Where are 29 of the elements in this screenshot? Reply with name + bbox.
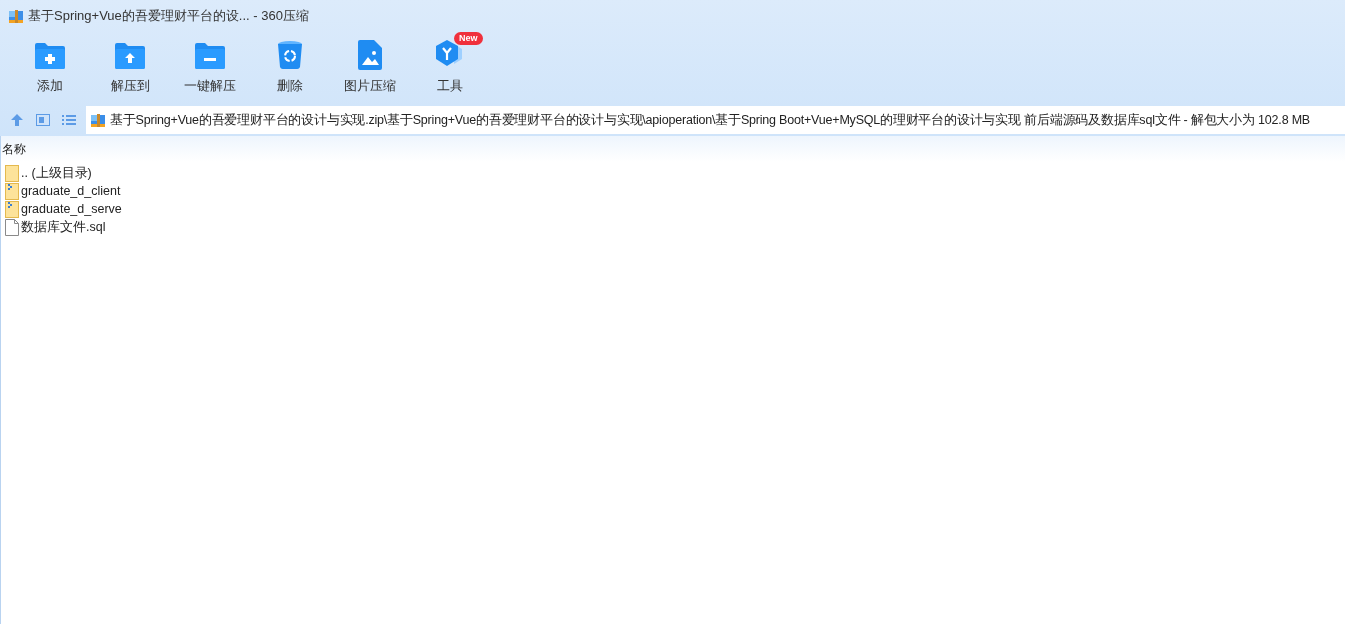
folder-upload-icon bbox=[114, 42, 146, 70]
file-icon bbox=[5, 218, 19, 236]
file-row[interactable]: graduate_d_client bbox=[5, 182, 1345, 200]
archive-path: 基于Spring+Vue的吾爱理财平台的设计与实现.zip\基于Spring+Vue的吾爱理财平台的设计与实现\apioperation\基于Spring Boot+Vue+MySQL的理财平台的设计与实现 前后端源码及数据库sql文件 - 解包大小为 102.8 MB bbox=[110, 111, 1310, 129]
up-arrow-icon[interactable] bbox=[10, 113, 24, 127]
toolbar-button[interactable]: 删除 bbox=[250, 32, 330, 96]
toolbar-button[interactable]: 解压到 bbox=[90, 32, 170, 96]
folder-icon bbox=[5, 164, 19, 182]
file-row[interactable]: 数据库文件.sql bbox=[5, 218, 1345, 236]
thumbnail-view-icon[interactable] bbox=[36, 114, 50, 126]
archive-icon bbox=[90, 112, 106, 128]
toolbar-button[interactable]: New 工具 bbox=[410, 32, 490, 96]
folder-minus-icon bbox=[194, 42, 226, 70]
image-file-icon bbox=[357, 40, 383, 70]
address-bar[interactable]: 基于Spring+Vue的吾爱理财平台的设计与实现.zip\基于Spring+Vue的吾爱理财平台的设计与实现\apioperation\基于Spring Boot+Vue+MySQL的理财平台的设计与实现 前后端源码及数据库sql文件 - 解包大小为 102.8 MB bbox=[86, 106, 1345, 134]
zipped-folder-icon bbox=[5, 182, 19, 200]
toolbar-button[interactable]: 添加 bbox=[10, 32, 90, 96]
folder-plus-icon bbox=[34, 42, 66, 70]
list-view-icon[interactable] bbox=[62, 114, 76, 126]
trash-can-icon bbox=[277, 40, 303, 70]
new-badge: New bbox=[454, 32, 483, 45]
toolbar-button[interactable]: 图片压缩 bbox=[330, 32, 410, 96]
file-row[interactable]: graduate_d_serve bbox=[5, 200, 1345, 218]
archive-app-icon bbox=[8, 8, 24, 24]
toolbar-button[interactable]: 一键解压 bbox=[170, 32, 250, 96]
column-header[interactable]: 名称 bbox=[1, 140, 26, 158]
file-row[interactable]: .. (上级目录) bbox=[5, 164, 1345, 182]
window-title: 基于Spring+Vue的吾爱理财平台的设... - 360压缩 bbox=[28, 7, 309, 26]
zipped-folder-icon bbox=[5, 200, 19, 218]
